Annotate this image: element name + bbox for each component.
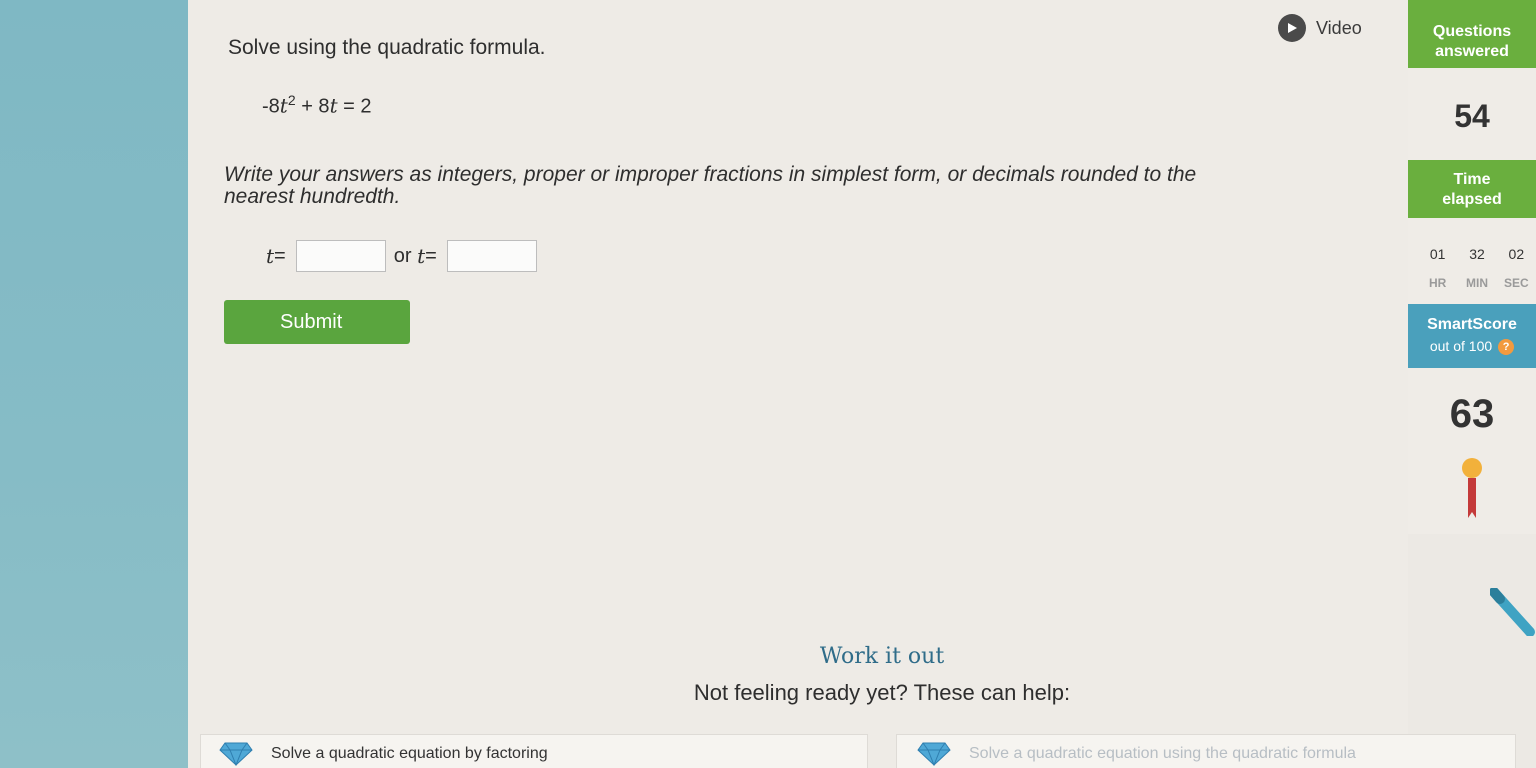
time-label-2: elapsed [1442, 191, 1502, 208]
answer-eq-2: = [425, 244, 437, 267]
gem-icon [917, 742, 951, 766]
equation: -8t2 + 8t = 2 [262, 92, 372, 119]
equation-middle: + 8 [295, 95, 330, 118]
video-label: Video [1316, 17, 1362, 38]
equation-var: t [279, 93, 288, 118]
equation-rhs: = 2 [337, 95, 372, 118]
equation-coef: -8 [262, 95, 280, 118]
unit-hr: HR [1428, 276, 1447, 290]
time-elapsed-header: Time elapsed [1408, 160, 1536, 218]
help-card-factoring[interactable]: Solve a quadratic equation by factoring [200, 734, 868, 768]
answer-var-1: t [266, 244, 275, 268]
time-elapsed-panel: 01 32 02 HR MIN SEC [1408, 218, 1536, 304]
medal-icon [1462, 458, 1482, 518]
smartscore-sub: out of 100 [1429, 338, 1493, 354]
work-it-out-subtitle: Not feeling ready yet? These can help: [693, 680, 1071, 705]
help-card-label: Solve a quadratic equation using the qua… [969, 745, 1356, 762]
time-label-1: Time [1453, 171, 1491, 188]
play-icon [1278, 14, 1306, 42]
unit-min: MIN [1465, 276, 1488, 290]
time-units: HR MIN SEC [1418, 276, 1536, 290]
time-min: 32 [1469, 246, 1485, 262]
help-card-quadratic-formula[interactable]: Solve a quadratic equation using the qua… [896, 734, 1516, 768]
pencil-icon [1490, 588, 1535, 636]
video-link[interactable]: Video [1278, 14, 1362, 42]
gem-icon [219, 742, 253, 766]
answer-row: t = or t = [266, 240, 537, 272]
questions-answered-header: Questions answered [1408, 0, 1536, 68]
or-label: or [393, 244, 412, 267]
smartscore-label: SmartScore [1427, 316, 1517, 333]
time-values: 01 32 02 [1418, 246, 1536, 262]
time-hr: 01 [1429, 246, 1446, 262]
help-icon[interactable]: ? [1498, 338, 1515, 355]
questions-answered-value: 54 [1408, 68, 1536, 160]
equation-var-2: t [329, 93, 338, 118]
questions-label-2: answered [1435, 43, 1509, 60]
unit-sec: SEC [1503, 276, 1529, 290]
answer-eq-1: = [274, 244, 286, 267]
answer-input-2[interactable] [446, 240, 537, 272]
smartscore-panel: 63 [1408, 368, 1536, 534]
question-prompt: Solve using the quadratic formula. [228, 36, 546, 59]
smartscore-value: 63 [1449, 392, 1495, 436]
instructions: Write your answers as integers, proper o… [224, 163, 1197, 208]
work-it-out-title: Work it out [819, 644, 945, 669]
submit-button[interactable]: Submit [224, 300, 410, 344]
answer-var-2: t [417, 244, 426, 268]
smartscore-header: SmartScore out of 100? [1408, 304, 1536, 368]
help-card-label: Solve a quadratic equation by factoring [271, 745, 548, 762]
equation-exp: 2 [287, 92, 296, 108]
questions-label-1: Questions [1432, 23, 1512, 40]
time-sec: 02 [1508, 246, 1525, 262]
answer-input-1[interactable] [295, 240, 386, 272]
